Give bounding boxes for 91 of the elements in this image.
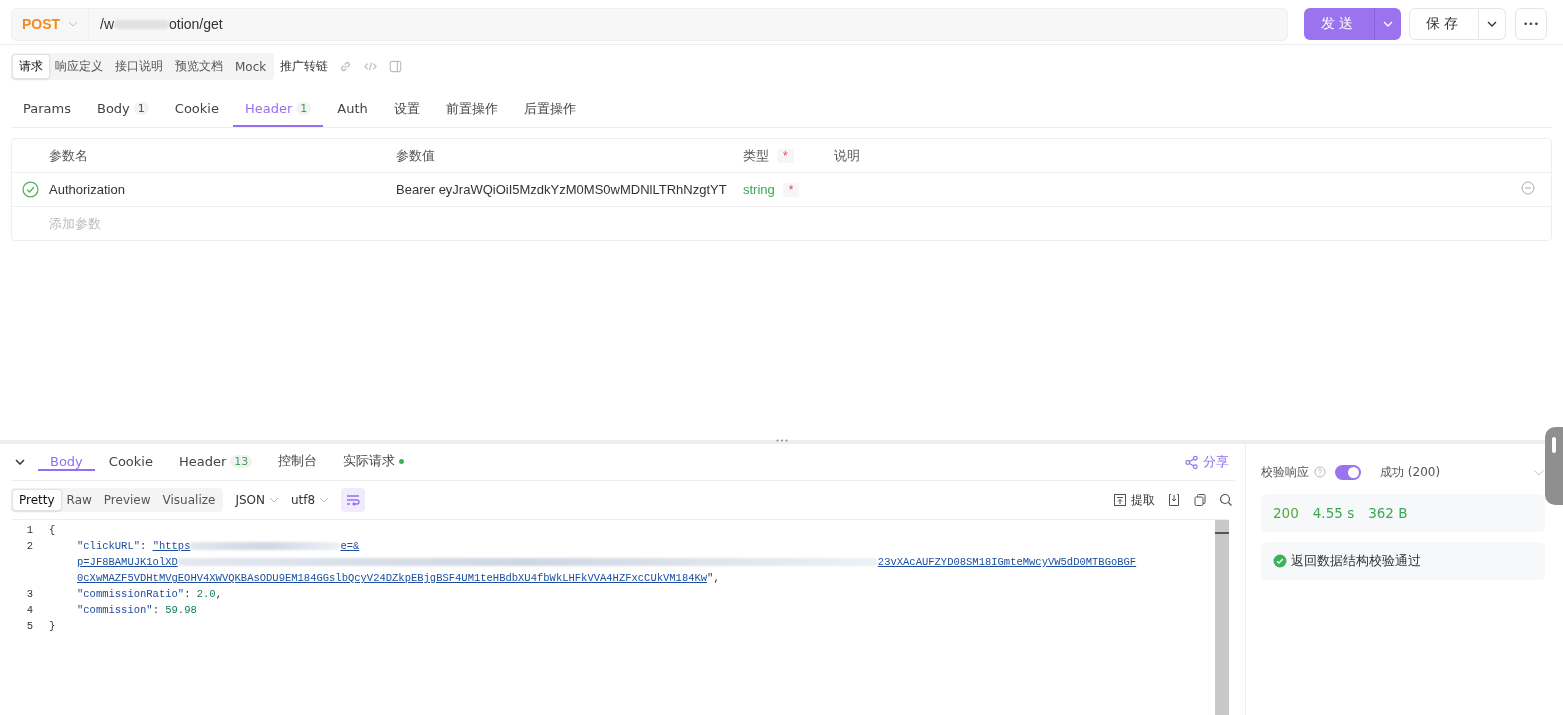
url-text: /w bbox=[100, 16, 114, 32]
chevron-down-icon bbox=[319, 497, 330, 503]
line-number: 1 bbox=[26, 524, 34, 536]
panel-icon[interactable] bbox=[388, 59, 404, 74]
code-punctuation: { bbox=[49, 523, 56, 538]
copy-icon[interactable] bbox=[1193, 493, 1207, 507]
response-tab[interactable]: 实际请求 bbox=[331, 452, 417, 472]
validate-toggle[interactable] bbox=[1335, 464, 1361, 480]
request-tab[interactable]: Auth bbox=[325, 92, 380, 127]
param-value: Bearer eyJraWQiOiI5MzdkYzM0MS0wMDNlLTRhNzgtYT bbox=[396, 182, 728, 197]
line-number: 3 bbox=[26, 588, 34, 600]
view-tab[interactable]: Pretty bbox=[13, 490, 61, 510]
line-number: 2 bbox=[26, 540, 34, 552]
request-tab[interactable]: 前置操作 bbox=[433, 92, 510, 127]
code-link[interactable]: e=& bbox=[340, 538, 360, 554]
required-mark: * bbox=[777, 148, 794, 163]
code-punctuation: : bbox=[140, 539, 148, 554]
response-tab[interactable]: Cookie bbox=[96, 453, 165, 471]
chevron-down-icon[interactable] bbox=[15, 459, 25, 465]
column-header: 类型 bbox=[743, 146, 769, 165]
code-number: 59.98 bbox=[165, 603, 197, 618]
wrap-lines-icon bbox=[345, 492, 362, 508]
request-tab[interactable]: 后置操作 bbox=[511, 92, 588, 127]
encoding-select[interactable]: utf8 bbox=[291, 493, 330, 507]
chevron-down-icon bbox=[68, 21, 78, 27]
request-tab[interactable]: Body 1 bbox=[85, 92, 161, 127]
column-header: 说明 bbox=[834, 146, 860, 165]
request-tab[interactable]: 设置 bbox=[381, 92, 432, 127]
code-key: "commission" bbox=[77, 602, 153, 618]
response-tab[interactable]: 控制台 bbox=[266, 452, 330, 472]
code-key: "clickURL" bbox=[77, 538, 140, 554]
url-text: otion/get bbox=[169, 16, 223, 32]
extract-button[interactable]: 提取 bbox=[1113, 491, 1155, 509]
required-mark: * bbox=[782, 182, 800, 197]
chevron-down-icon bbox=[1487, 21, 1497, 27]
response-stat: 200 bbox=[1273, 505, 1299, 521]
save-button[interactable]: 保存 bbox=[1409, 8, 1479, 40]
code-punctuation: ", bbox=[707, 571, 720, 586]
validate-label: 校验响应 bbox=[1261, 463, 1309, 481]
code-punctuation: : bbox=[152, 603, 160, 618]
request-tab[interactable]: Params bbox=[11, 92, 83, 127]
code-punctuation: } bbox=[49, 619, 56, 634]
code-punctuation: , bbox=[215, 587, 222, 602]
help-icon[interactable] bbox=[1314, 466, 1326, 478]
check-circle-icon[interactable] bbox=[22, 181, 39, 198]
response-stat: 4.55 s bbox=[1312, 505, 1355, 521]
save-menu-button[interactable] bbox=[1479, 8, 1506, 40]
validation-message: 返回数据结构校验通过 bbox=[1291, 552, 1421, 570]
code-link[interactable]: "https bbox=[152, 538, 191, 554]
response-stat: 362 B bbox=[1368, 505, 1408, 521]
request-tab[interactable]: Cookie bbox=[162, 92, 231, 127]
format-select[interactable]: JSON bbox=[235, 493, 279, 507]
column-header: 参数名 bbox=[49, 146, 88, 165]
code-punctuation: : bbox=[184, 587, 192, 602]
share-icon bbox=[1184, 454, 1199, 470]
code-link[interactable]: 23vXAcAUFZYD08SM18IGmteMwcyVW5dD0MTBGoBGF bbox=[877, 554, 1137, 570]
result-select[interactable]: 成功 (200) bbox=[1380, 463, 1441, 481]
view-tab[interactable]: Raw bbox=[60, 490, 98, 510]
mode-tab[interactable]: 请求 bbox=[13, 55, 49, 78]
remove-icon[interactable] bbox=[1521, 181, 1535, 195]
mode-tab[interactable]: 接口说明 bbox=[109, 55, 169, 78]
mode-tab[interactable]: Mock bbox=[229, 55, 273, 78]
code-key: "commissionRatio" bbox=[77, 586, 185, 602]
line-number: 5 bbox=[26, 620, 34, 632]
send-menu-button[interactable] bbox=[1374, 8, 1401, 40]
wrap-lines-button[interactable] bbox=[341, 488, 366, 512]
url-field[interactable]: POST /w otion/get bbox=[11, 7, 1288, 41]
chevron-down-icon bbox=[1383, 21, 1393, 27]
param-type: string bbox=[743, 182, 775, 197]
side-handle[interactable] bbox=[1545, 427, 1563, 505]
param-name: Authorization bbox=[49, 182, 126, 197]
promo-link[interactable]: 推广转链 bbox=[280, 58, 329, 75]
response-tab[interactable]: Header 13 bbox=[166, 453, 265, 471]
line-number: 4 bbox=[26, 604, 34, 616]
view-tab[interactable]: Preview bbox=[97, 490, 157, 510]
mode-tab[interactable]: 响应定义 bbox=[49, 55, 109, 78]
code-link[interactable]: 0cXwMAZF5VDHtMVgEOHV4XWVQKBAsODU9EM184GGslbQcyV24DZkpEBjgBSF4UM1teHBdbXU4fbWkLHFkVVA4HZFxcCUkVM184Kw bbox=[77, 570, 708, 586]
request-tab[interactable]: Header 1 bbox=[232, 92, 324, 127]
mode-tab[interactable]: 预览文档 bbox=[169, 55, 229, 78]
share-button[interactable]: 分享 bbox=[1184, 453, 1229, 471]
code-link[interactable]: p=JF8BAMUJK1olXD bbox=[77, 554, 178, 570]
chevron-down-icon bbox=[269, 497, 279, 503]
extract-icon bbox=[1113, 493, 1127, 507]
more-button[interactable]: ••• bbox=[1515, 8, 1547, 40]
view-tab[interactable]: Visualize bbox=[156, 490, 222, 510]
download-icon[interactable] bbox=[1167, 493, 1181, 507]
response-tab[interactable]: Body bbox=[38, 453, 95, 471]
search-icon[interactable] bbox=[1219, 493, 1233, 507]
column-header: 参数值 bbox=[396, 146, 435, 165]
code-number: 2.0 bbox=[196, 587, 216, 602]
drag-handle-icon[interactable] bbox=[775, 439, 788, 442]
